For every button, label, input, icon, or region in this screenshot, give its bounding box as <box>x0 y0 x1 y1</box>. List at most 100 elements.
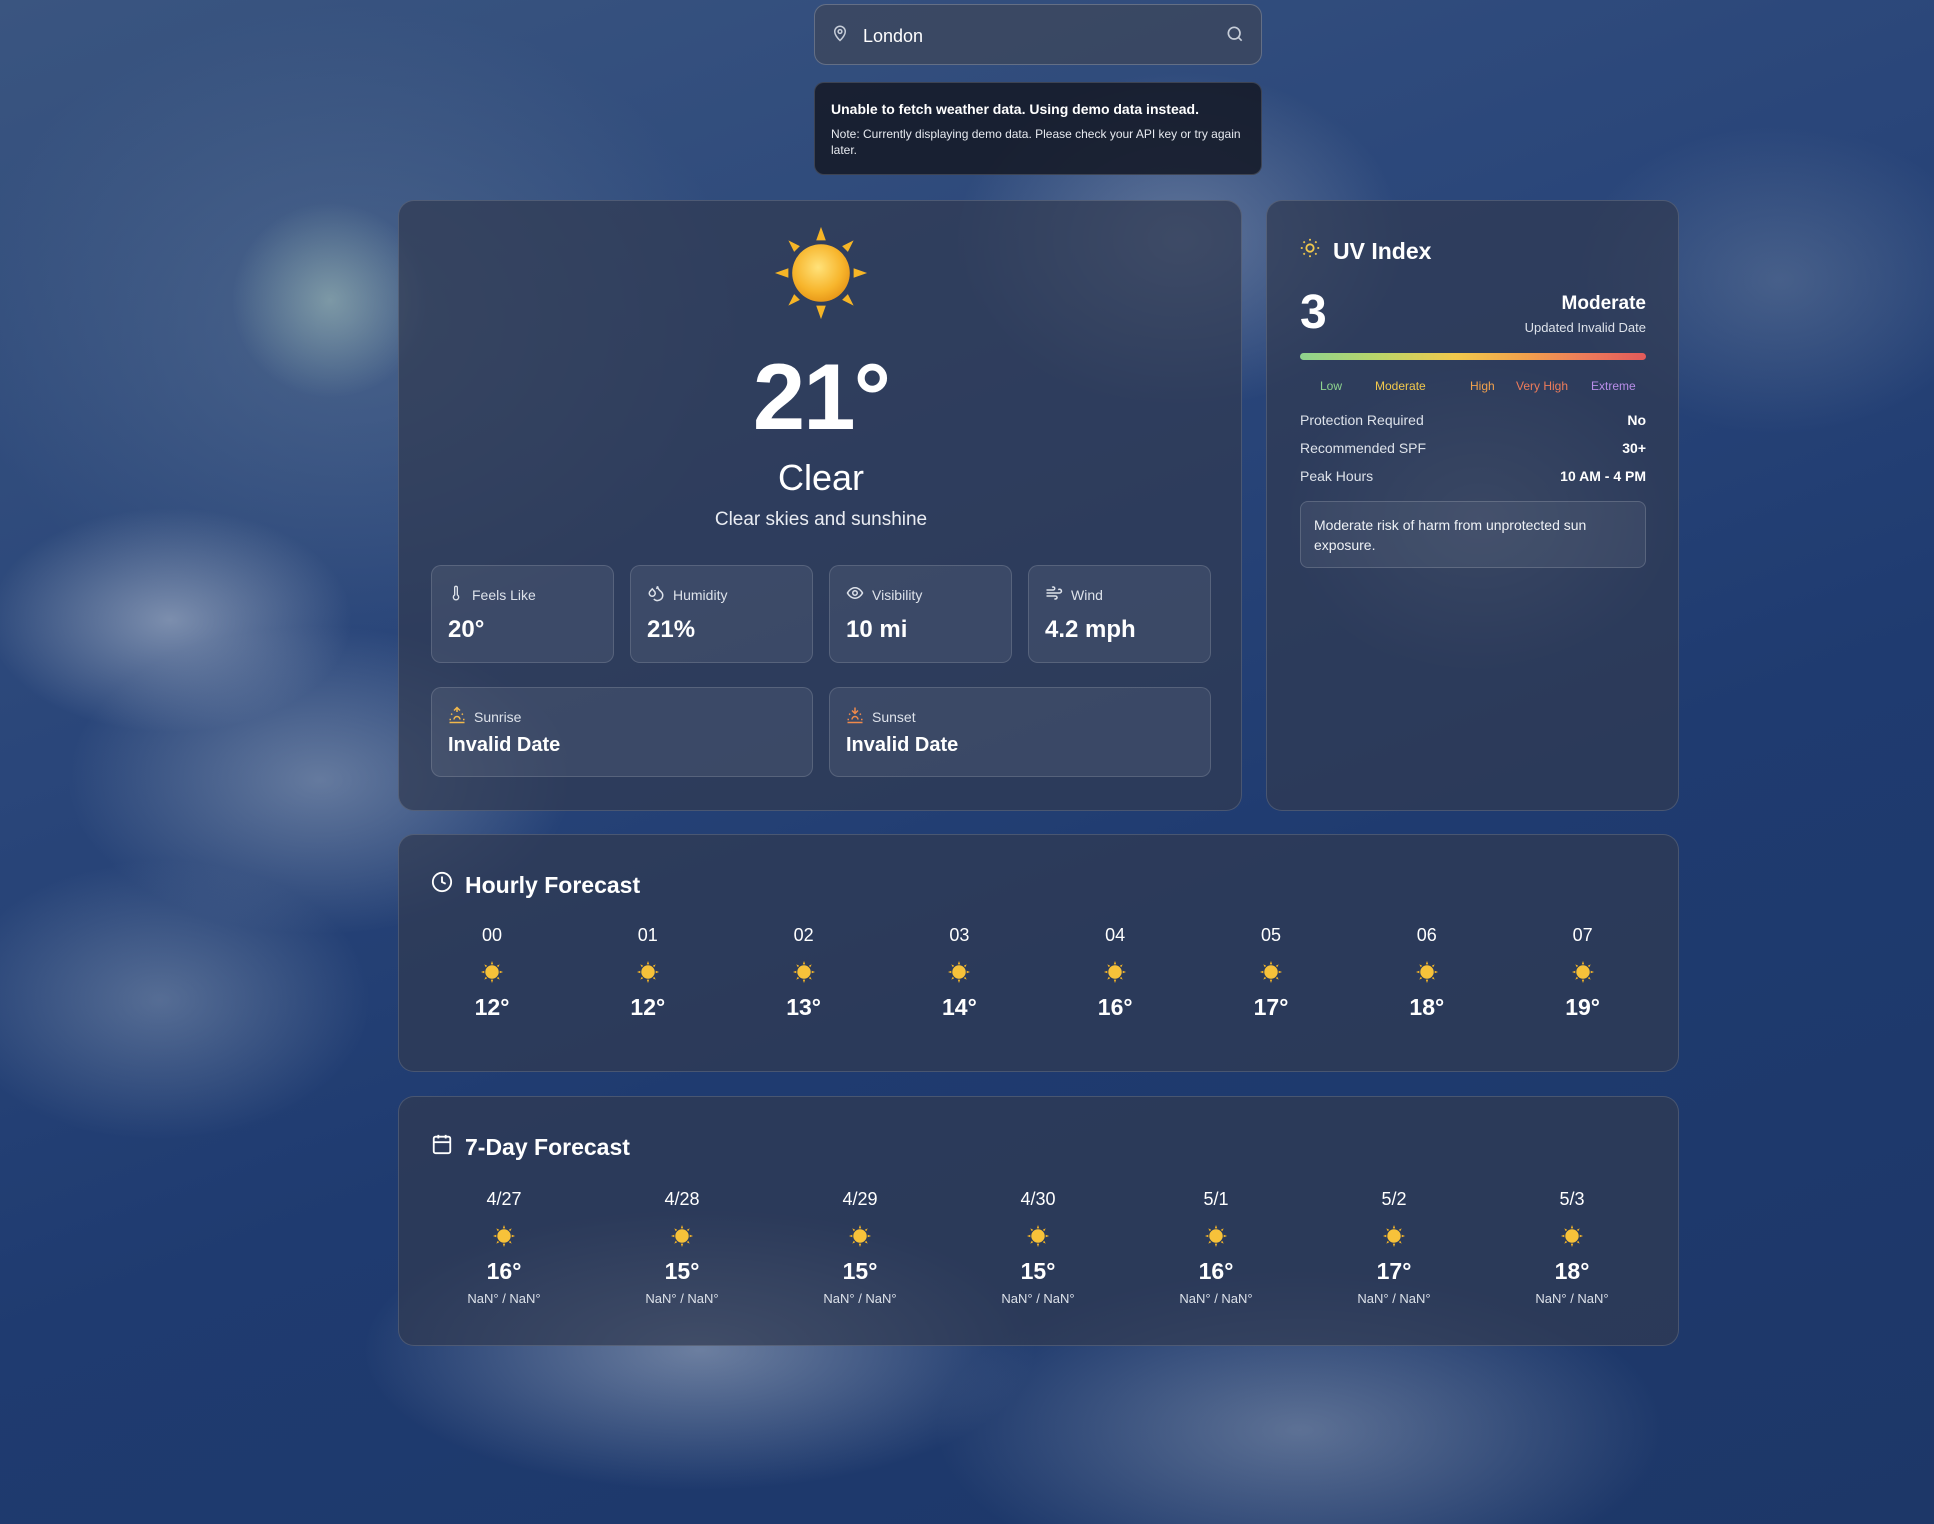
hourly-item: 06 18° <box>1377 925 1477 1021</box>
hourly-title: Hourly Forecast <box>465 871 641 898</box>
feels-like-stat: Feels Like 20° <box>431 565 614 663</box>
search-input[interactable] <box>861 19 1205 53</box>
day-range: NaN° / NaN° <box>823 1291 897 1306</box>
uv-row-protection: Protection Required No <box>1300 412 1646 428</box>
day-range: NaN° / NaN° <box>645 1291 719 1306</box>
day-date: 4/27 <box>486 1189 522 1209</box>
daily-item: 4/29 15° NaN° / NaN° <box>800 1189 920 1306</box>
stat-value: 21% <box>647 616 696 643</box>
wind-stat: Wind 4.2 mph <box>1028 565 1211 663</box>
humidity-stat: Humidity 21% <box>630 565 813 663</box>
day-range: NaN° / NaN° <box>1535 1291 1609 1306</box>
sun-icon <box>1377 960 1477 984</box>
day-date: 4/28 <box>664 1189 700 1209</box>
uv-risk-note: Moderate risk of harm from unprotected s… <box>1300 501 1646 568</box>
sun-icon <box>800 1224 920 1248</box>
sun-icon <box>1156 1224 1276 1248</box>
hourly-item: 05 17° <box>1221 925 1321 1021</box>
daily-forecast-card: 7-Day Forecast 4/27 16° NaN° / NaN° 4/28 15°… <box>398 1096 1679 1346</box>
sun-icon <box>622 1224 742 1248</box>
hour-temp: 13° <box>786 994 821 1020</box>
stat-value: Invalid Date <box>448 734 561 756</box>
day-temp: 15° <box>842 1258 878 1284</box>
row-label: Peak Hours <box>1300 468 1374 484</box>
hour-temp: 12° <box>630 994 666 1020</box>
row-value: 30+ <box>1622 440 1646 456</box>
sunset-stat: Sunset Invalid Date <box>829 687 1211 777</box>
stat-value: 4.2 mph <box>1045 616 1136 643</box>
hour-temp: 16° <box>1097 994 1133 1020</box>
search-bar[interactable] <box>814 4 1262 65</box>
day-range: NaN° / NaN° <box>1179 1291 1253 1306</box>
map-pin-icon <box>831 23 849 48</box>
uv-scale-high: High <box>1470 379 1495 393</box>
sun-icon <box>442 960 542 984</box>
sun-icon <box>1065 960 1165 984</box>
hour-temp: 19° <box>1565 994 1600 1020</box>
notice-note: Note: Currently displaying demo data. Pl… <box>831 127 1241 157</box>
day-range: NaN° / NaN° <box>467 1291 541 1306</box>
sun-icon <box>1512 1224 1632 1248</box>
day-date: 4/30 <box>1020 1189 1056 1209</box>
hour-label: 03 <box>949 925 970 945</box>
sun-icon <box>978 1224 1098 1248</box>
sun-icon <box>444 1224 564 1248</box>
sun-outline-icon <box>1299 237 1321 265</box>
uv-scale-very-high: Very High <box>1516 379 1569 393</box>
hour-label: 04 <box>1105 925 1126 945</box>
daily-item: 5/1 16° NaN° / NaN° <box>1156 1189 1276 1306</box>
daily-item: 4/28 15° NaN° / NaN° <box>622 1189 742 1306</box>
hour-label: 00 <box>481 925 503 945</box>
sun-icon <box>773 225 869 326</box>
stat-value: Invalid Date <box>846 734 959 756</box>
hour-temp: 12° <box>474 994 510 1020</box>
wind-icon <box>1045 584 1063 605</box>
stat-value: 20° <box>448 616 485 643</box>
sunset-icon <box>846 706 864 727</box>
current-temperature: 21° <box>752 344 891 449</box>
sun-icon <box>1221 960 1321 984</box>
row-value: No <box>1627 412 1646 428</box>
hourly-item: 01 12° <box>598 925 698 1021</box>
daily-title: 7-Day Forecast <box>465 1133 630 1160</box>
current-weather-card: 21° Clear Clear skies and sunshine Feels… <box>398 200 1242 811</box>
hourly-forecast-card: Hourly Forecast 00 12° 01 12° 02 13° 03 14° 04 16… <box>398 834 1679 1072</box>
sunrise-stat: Sunrise Invalid Date <box>431 687 813 777</box>
day-temp: 16° <box>1198 1258 1234 1284</box>
stat-label: Sunset <box>872 708 916 725</box>
visibility-stat: Visibility 10 mi <box>829 565 1012 663</box>
droplets-icon <box>647 584 665 605</box>
stat-label: Visibility <box>872 586 923 603</box>
uv-scale-moderate: Moderate <box>1375 379 1426 393</box>
daily-item: 5/2 17° NaN° / NaN° <box>1334 1189 1454 1306</box>
sun-icon <box>909 960 1009 984</box>
day-temp: 15° <box>1020 1258 1056 1284</box>
current-condition: Clear <box>777 457 865 498</box>
search-icon[interactable] <box>1225 24 1245 49</box>
day-temp: 18° <box>1554 1258 1590 1284</box>
eye-icon <box>846 584 864 605</box>
hourly-item: 02 13° <box>754 925 854 1021</box>
daily-item: 4/27 16° NaN° / NaN° <box>444 1189 564 1306</box>
hour-temp: 14° <box>942 994 977 1020</box>
sun-icon <box>1533 960 1633 984</box>
condition-description: Clear skies and sunshine <box>714 509 928 530</box>
uv-value: 3 <box>1300 286 1327 339</box>
error-notice: Unable to fetch weather data. Using demo… <box>814 82 1262 175</box>
hour-label: 06 <box>1416 925 1437 945</box>
calendar-icon <box>431 1133 453 1161</box>
row-label: Protection Required <box>1300 412 1424 428</box>
daily-item: 4/30 15° NaN° / NaN° <box>978 1189 1098 1306</box>
day-temp: 15° <box>664 1258 700 1284</box>
hourly-item: 04 16° <box>1065 925 1165 1021</box>
day-date: 5/3 <box>1559 1189 1585 1209</box>
stat-label: Wind <box>1071 586 1103 603</box>
hour-label: 05 <box>1260 925 1282 945</box>
uv-scale-low: Low <box>1320 379 1343 393</box>
uv-scale-bar <box>1300 353 1646 360</box>
hour-label: 01 <box>637 925 658 945</box>
stat-label: Humidity <box>673 586 728 603</box>
uv-row-peak-hours: Peak Hours 10 AM - 4 PM <box>1300 468 1646 484</box>
clock-icon <box>431 871 453 899</box>
uv-title: UV Index <box>1333 237 1432 264</box>
